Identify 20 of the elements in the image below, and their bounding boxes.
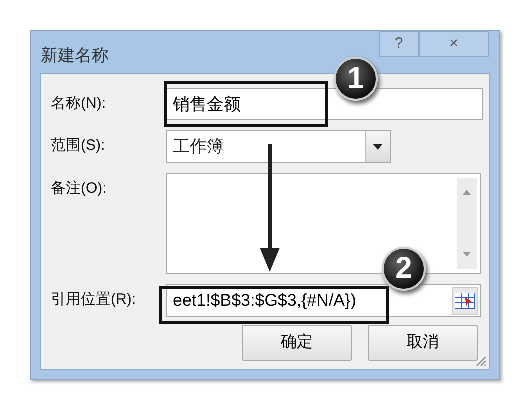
step-number: 1 (334, 57, 378, 101)
field-label: 引用位置(R): (51, 290, 137, 310)
scroll-up-icon[interactable] (463, 190, 471, 195)
field-label: 备注(O): (51, 179, 108, 199)
scrollbar[interactable] (457, 178, 477, 269)
reference-field[interactable]: eet1!$B$3:$G$3,{#N/A}) (166, 284, 481, 317)
window-title: 新建名称 (41, 45, 110, 67)
cancel-button[interactable]: 取消 (368, 325, 478, 361)
dropdown-button[interactable] (365, 131, 390, 162)
name-field[interactable]: 销售金额 (166, 88, 483, 120)
help-button[interactable]: ? (379, 31, 419, 57)
range-picker-button[interactable] (452, 286, 478, 314)
resize-grip-icon[interactable] (475, 355, 487, 367)
caret-icon (373, 144, 383, 150)
close-button[interactable]: × (419, 31, 489, 57)
ok-button[interactable]: 确定 (242, 325, 352, 361)
grid-icon (455, 292, 475, 308)
field-label: 范围(S): (51, 136, 106, 156)
field-label: 名称(N): (51, 94, 107, 114)
scroll-down-icon[interactable] (463, 252, 471, 257)
